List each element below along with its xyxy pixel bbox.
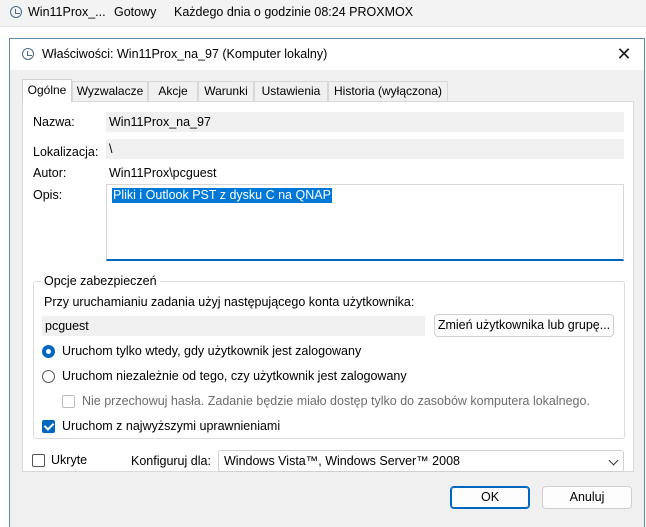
task-name-cell: Win11Prox_... bbox=[28, 5, 106, 19]
task-properties-dialog: Właściwości: Win11Prox_na_97 (Komputer l… bbox=[9, 38, 645, 527]
author-value: Win11Prox\pcguest bbox=[109, 166, 217, 180]
task-list-row[interactable]: Win11Prox_... Gotowy Każdego dnia o godz… bbox=[0, 0, 646, 27]
configure-for-label: Konfiguruj dla: bbox=[131, 454, 211, 468]
cancel-button[interactable]: Anuluj bbox=[542, 486, 632, 509]
tab-triggers[interactable]: Wyzwalacze bbox=[72, 81, 148, 101]
hidden-checkbox[interactable] bbox=[32, 454, 45, 467]
description-label: Opis: bbox=[33, 188, 63, 202]
highest-privileges-label[interactable]: Uruchom z najwyższymi uprawnieniami bbox=[62, 419, 280, 433]
ok-button[interactable]: OK bbox=[450, 486, 530, 509]
dialog-title: Właściwości: Win11Prox_na_97 (Komputer l… bbox=[42, 47, 328, 61]
run-always-label[interactable]: Uruchom niezależnie od tego, czy użytkow… bbox=[62, 369, 407, 383]
configure-for-dropdown[interactable]: Windows Vista™, Windows Server™ 2008 bbox=[218, 450, 624, 472]
change-user-button[interactable]: Zmień użytkownika lub grupę... bbox=[434, 314, 614, 337]
security-group-title: Opcje zabezpieczeń bbox=[41, 274, 160, 288]
task-status-cell: Gotowy bbox=[114, 5, 157, 19]
highest-privileges-checkbox[interactable] bbox=[42, 420, 55, 433]
no-password-checkbox[interactable] bbox=[62, 395, 75, 408]
account-prompt: Przy uruchamianiu zadania użyj następują… bbox=[44, 295, 415, 309]
tab-conditions[interactable]: Warunki bbox=[198, 81, 254, 101]
run-always-radio[interactable] bbox=[42, 370, 55, 383]
tab-history[interactable]: Historia (wyłączona) bbox=[328, 81, 448, 101]
name-label: Nazwa: bbox=[33, 115, 75, 129]
task-clock-icon bbox=[10, 6, 22, 18]
task-trigger-cell: Każdego dnia o godzinie 08:24 PROXMOX bbox=[174, 5, 414, 19]
hidden-label[interactable]: Ukryte bbox=[51, 453, 87, 467]
author-label: Autor: bbox=[33, 166, 67, 180]
task-clock-icon bbox=[22, 48, 34, 60]
no-password-label: Nie przechowuj hasła. Zadanie będzie mia… bbox=[82, 394, 590, 408]
description-text: Pliki i Outlook PST z dysku C na QNAP bbox=[112, 188, 332, 203]
dialog-titlebar[interactable]: Właściwości: Win11Prox_na_97 (Komputer l… bbox=[10, 39, 644, 70]
location-label: Lokalizacja: bbox=[33, 145, 99, 159]
general-tab-panel: Nazwa: Win11Prox_na_97 Lokalizacja: \ Au… bbox=[22, 101, 634, 472]
close-icon[interactable]: ✕ bbox=[604, 39, 644, 70]
tab-general[interactable]: Ogólne bbox=[22, 79, 72, 102]
location-field: \ bbox=[106, 139, 624, 159]
tab-settings[interactable]: Ustawienia bbox=[254, 81, 328, 101]
run-logged-on-label[interactable]: Uruchom tylko wtedy, gdy użytkownik jest… bbox=[62, 344, 361, 358]
chevron-down-icon bbox=[608, 455, 619, 466]
tab-actions[interactable]: Akcje bbox=[148, 81, 198, 101]
name-field[interactable]: Win11Prox_na_97 bbox=[106, 112, 624, 132]
description-textarea[interactable]: Pliki i Outlook PST z dysku C na QNAP bbox=[106, 184, 624, 261]
user-account-field: pcguest bbox=[42, 316, 425, 336]
run-logged-on-radio[interactable] bbox=[42, 345, 55, 358]
configure-for-value: Windows Vista™, Windows Server™ 2008 bbox=[224, 454, 460, 468]
